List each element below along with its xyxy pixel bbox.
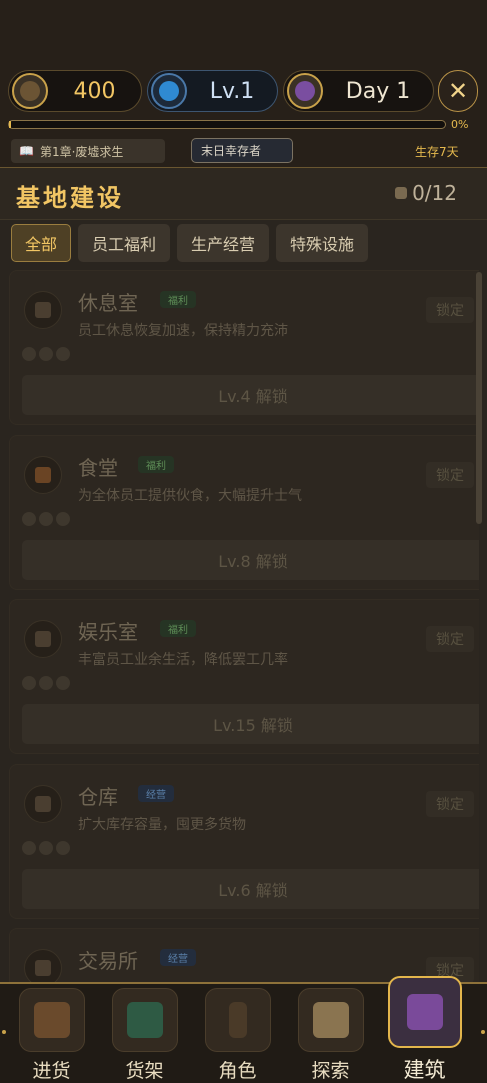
character-icon (205, 988, 271, 1052)
diamond-icon (151, 73, 187, 109)
tab-special[interactable]: 特殊设施 (276, 224, 369, 262)
gold-pill: 400 (8, 70, 142, 112)
recreation-room-icon (24, 620, 62, 658)
nav-shelf[interactable]: 货架 (98, 984, 191, 1083)
level-dots (22, 347, 70, 361)
building-card[interactable]: 仓库 经营 扩大库存容量，囤更多货物 锁定 Lv.6 解锁 (9, 764, 479, 919)
building-card[interactable]: 娱乐室 福利 丰富员工业余生活，降低罢工几率 锁定 Lv.15 解锁 (9, 599, 479, 754)
close-icon: ✕ (447, 77, 469, 105)
cart-icon (19, 988, 85, 1052)
map-icon (298, 988, 364, 1052)
day-value: Day 1 (345, 78, 411, 104)
building-card[interactable]: 食堂 福利 为全体员工提供伙食，大幅提升士气 锁定 Lv.8 解锁 (9, 435, 479, 590)
lock-button[interactable]: 锁定 (426, 462, 474, 488)
building-name: 娱乐室 (78, 620, 138, 644)
level-dots (22, 512, 70, 526)
building-card[interactable]: 休息室 福利 员工休息恢复加速，保持精力充沛 锁定 Lv.4 解锁 (9, 270, 479, 425)
level-dots (22, 841, 70, 855)
nav-restock[interactable]: 进货 (5, 984, 98, 1083)
close-button[interactable]: ✕ (438, 70, 478, 112)
building-desc: 丰富员工业余生活，降低罢工几率 (78, 652, 288, 668)
nav-character[interactable]: 角色 (191, 984, 284, 1083)
building-name: 仓库 (78, 785, 118, 809)
book-icon: 📖 (19, 144, 34, 158)
nav-label: 建筑 (403, 1058, 446, 1082)
progress-bar (8, 120, 446, 129)
progress-fill (9, 121, 12, 128)
lock-button[interactable]: 锁定 (426, 297, 474, 323)
coin-icon (12, 73, 48, 109)
building-tag: 福利 (160, 620, 196, 637)
level-pill: Lv.1 (147, 70, 278, 112)
day-pill: Day 1 (283, 70, 434, 112)
scroll-thumb[interactable] (476, 272, 482, 524)
section-header: 基地建设 0/12 (0, 168, 487, 220)
level-dots (22, 676, 70, 690)
building-icon (388, 976, 462, 1048)
nav-label: 货架 (125, 1060, 164, 1082)
exchange-icon (24, 949, 62, 982)
rest-room-icon (24, 291, 62, 329)
calendar-icon (287, 73, 323, 109)
survive-goal: 生存7天 (415, 145, 459, 159)
tab-welfare[interactable]: 员工福利 (78, 224, 171, 262)
level-value: Lv.1 (209, 78, 255, 104)
building-desc: 扩大库存容量，囤更多货物 (78, 817, 246, 833)
nav-label: 探索 (311, 1060, 350, 1082)
building-tag: 经营 (138, 785, 174, 802)
canteen-icon (24, 456, 62, 494)
building-count-value: 0/12 (412, 181, 457, 205)
tab-all[interactable]: 全部 (11, 224, 72, 262)
unlock-requirement: Lv.15 解锁 (22, 704, 479, 744)
gold-value: 400 (73, 78, 116, 104)
stats-row: 400 Lv.1 Day 1 ✕ (8, 68, 480, 116)
building-count-icon (395, 187, 408, 199)
building-name: 交易所 (78, 949, 138, 973)
chapter-text: 第1章·废墟求生 (39, 144, 124, 159)
page-title: 基地建设 (16, 184, 124, 212)
nav-explore[interactable]: 探索 (284, 984, 377, 1083)
nav-building[interactable]: 建筑 (378, 976, 471, 1083)
shelf-icon (112, 988, 178, 1052)
building-tag: 福利 (160, 291, 196, 308)
progress-percent: 0% (451, 118, 469, 131)
building-desc: 员工休息恢复加速，保持精力充沛 (78, 323, 288, 339)
building-tag: 福利 (138, 456, 174, 473)
unlock-requirement: Lv.4 解锁 (22, 375, 479, 415)
scrollbar[interactable] (475, 270, 483, 982)
building-list[interactable]: 休息室 福利 员工休息恢复加速，保持精力充沛 锁定 Lv.4 解锁 食堂 福利 … (9, 270, 479, 982)
building-name: 食堂 (78, 456, 118, 480)
building-desc: 为全体员工提供伙食，大幅提升士气 (78, 488, 302, 504)
building-name: 休息室 (78, 291, 138, 315)
nav-ornament (481, 1030, 485, 1034)
nav-label: 进货 (32, 1060, 71, 1082)
nav-ornament (2, 1030, 6, 1034)
tab-production[interactable]: 生产经营 (177, 224, 270, 262)
building-tag: 经营 (160, 949, 196, 966)
lock-button[interactable]: 锁定 (426, 791, 474, 817)
building-card[interactable]: 交易所 经营 锁定 (9, 928, 479, 982)
chapter-label: 📖 第1章·废墟求生 (11, 139, 165, 163)
lock-button[interactable]: 锁定 (426, 626, 474, 652)
status-title: 末日幸存者 (191, 138, 293, 163)
unlock-requirement: Lv.6 解锁 (22, 869, 479, 909)
filter-tabs: 全部 员工福利 生产经营 特殊设施 (11, 224, 369, 264)
building-count: 0/12 (395, 181, 457, 205)
unlock-requirement: Lv.8 解锁 (22, 540, 479, 580)
warehouse-icon (24, 785, 62, 823)
nav-label: 角色 (218, 1060, 257, 1082)
bottom-nav: 进货 货架 角色 探索 建筑 (0, 976, 487, 1083)
